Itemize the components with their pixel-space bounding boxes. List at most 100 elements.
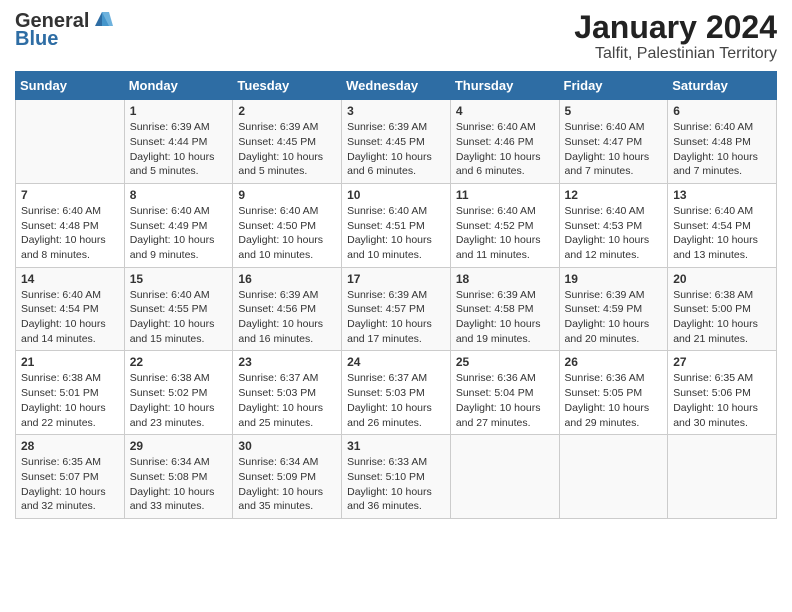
calendar-cell: 20 Sunrise: 6:38 AM Sunset: 5:00 PM Dayli… [668,267,777,351]
day-number: 25 [456,355,554,369]
day-number: 17 [347,272,445,286]
day-info: Sunrise: 6:39 AM Sunset: 4:45 PM Dayligh… [347,120,445,179]
calendar-cell: 3 Sunrise: 6:39 AM Sunset: 4:45 PM Daylig… [342,100,451,184]
week-row-3: 14 Sunrise: 6:40 AM Sunset: 4:54 PM Dayli… [16,267,777,351]
day-number: 20 [673,272,771,286]
day-info: Sunrise: 6:33 AM Sunset: 5:10 PM Dayligh… [347,455,445,514]
calendar-cell: 1Sunrise: 6:39 AM Sunset: 4:44 PM Daylig… [124,100,233,184]
day-number: 30 [238,439,336,453]
day-number: 19 [565,272,663,286]
week-row-5: 28 Sunrise: 6:35 AM Sunset: 5:07 PM Dayli… [16,435,777,519]
day-number: 23 [238,355,336,369]
day-number: 15 [130,272,228,286]
day-info: Sunrise: 6:39 AM Sunset: 4:56 PM Dayligh… [238,288,336,347]
page-subtitle: Talfit, Palestinian Territory [574,45,777,63]
day-info: Sunrise: 6:40 AM Sunset: 4:47 PM Dayligh… [565,120,663,179]
day-info: Sunrise: 6:40 AM Sunset: 4:54 PM Dayligh… [673,204,771,263]
day-number: 14 [21,272,119,286]
day-number: 1 [130,104,228,118]
day-info: Sunrise: 6:38 AM Sunset: 5:00 PM Dayligh… [673,288,771,347]
day-number: 31 [347,439,445,453]
header-cell-tuesday: Tuesday [233,72,342,100]
header-cell-sunday: Sunday [16,72,125,100]
calendar-cell: 10 Sunrise: 6:40 AM Sunset: 4:51 PM Dayli… [342,183,451,267]
calendar-cell: 31 Sunrise: 6:33 AM Sunset: 5:10 PM Dayli… [342,435,451,519]
day-number: 16 [238,272,336,286]
calendar-cell [16,100,125,184]
header-cell-wednesday: Wednesday [342,72,451,100]
calendar-cell [450,435,559,519]
calendar-cell: 12Sunrise: 6:40 AM Sunset: 4:53 PM Dayli… [559,183,668,267]
day-info: Sunrise: 6:40 AM Sunset: 4:53 PM Dayligh… [565,204,663,263]
calendar-cell: 11 Sunrise: 6:40 AM Sunset: 4:52 PM Dayli… [450,183,559,267]
calendar-cell: 5Sunrise: 6:40 AM Sunset: 4:47 PM Daylig… [559,100,668,184]
day-number: 10 [347,188,445,202]
day-number: 26 [565,355,663,369]
day-info: Sunrise: 6:40 AM Sunset: 4:48 PM Dayligh… [673,120,771,179]
day-number: 6 [673,104,771,118]
calendar-cell: 24 Sunrise: 6:37 AM Sunset: 5:03 PM Dayli… [342,351,451,435]
calendar-cell: 29 Sunrise: 6:34 AM Sunset: 5:08 PM Dayli… [124,435,233,519]
calendar-cell: 18Sunrise: 6:39 AM Sunset: 4:58 PM Dayli… [450,267,559,351]
day-info: Sunrise: 6:36 AM Sunset: 5:05 PM Dayligh… [565,371,663,430]
day-number: 9 [238,188,336,202]
day-number: 3 [347,104,445,118]
day-info: Sunrise: 6:35 AM Sunset: 5:06 PM Dayligh… [673,371,771,430]
day-info: Sunrise: 6:38 AM Sunset: 5:02 PM Dayligh… [130,371,228,430]
day-info: Sunrise: 6:39 AM Sunset: 4:45 PM Dayligh… [238,120,336,179]
day-info: Sunrise: 6:40 AM Sunset: 4:51 PM Dayligh… [347,204,445,263]
calendar-cell: 2Sunrise: 6:39 AM Sunset: 4:45 PM Daylig… [233,100,342,184]
calendar-table: SundayMondayTuesdayWednesdayThursdayFrid… [15,71,777,519]
header-cell-saturday: Saturday [668,72,777,100]
page-title: January 2024 [574,10,777,45]
day-info: Sunrise: 6:40 AM Sunset: 4:55 PM Dayligh… [130,288,228,347]
logo: General Blue [15,10,113,50]
calendar-cell: 22Sunrise: 6:38 AM Sunset: 5:02 PM Dayli… [124,351,233,435]
day-number: 11 [456,188,554,202]
day-number: 7 [21,188,119,202]
logo-icon [91,8,113,30]
calendar-cell: 8Sunrise: 6:40 AM Sunset: 4:49 PM Daylig… [124,183,233,267]
calendar-cell: 7Sunrise: 6:40 AM Sunset: 4:48 PM Daylig… [16,183,125,267]
calendar-cell: 17 Sunrise: 6:39 AM Sunset: 4:57 PM Dayli… [342,267,451,351]
day-info: Sunrise: 6:40 AM Sunset: 4:54 PM Dayligh… [21,288,119,347]
calendar-cell [559,435,668,519]
calendar-cell [668,435,777,519]
calendar-cell: 4 Sunrise: 6:40 AM Sunset: 4:46 PM Daylig… [450,100,559,184]
day-info: Sunrise: 6:40 AM Sunset: 4:52 PM Dayligh… [456,204,554,263]
day-info: Sunrise: 6:35 AM Sunset: 5:07 PM Dayligh… [21,455,119,514]
header-cell-friday: Friday [559,72,668,100]
day-info: Sunrise: 6:37 AM Sunset: 5:03 PM Dayligh… [238,371,336,430]
day-info: Sunrise: 6:40 AM Sunset: 4:49 PM Dayligh… [130,204,228,263]
calendar-cell: 27 Sunrise: 6:35 AM Sunset: 5:06 PM Dayli… [668,351,777,435]
week-row-2: 7Sunrise: 6:40 AM Sunset: 4:48 PM Daylig… [16,183,777,267]
day-info: Sunrise: 6:39 AM Sunset: 4:59 PM Dayligh… [565,288,663,347]
day-info: Sunrise: 6:39 AM Sunset: 4:57 PM Dayligh… [347,288,445,347]
day-info: Sunrise: 6:39 AM Sunset: 4:58 PM Dayligh… [456,288,554,347]
calendar-cell: 26 Sunrise: 6:36 AM Sunset: 5:05 PM Dayli… [559,351,668,435]
calendar-cell: 16 Sunrise: 6:39 AM Sunset: 4:56 PM Dayli… [233,267,342,351]
day-number: 27 [673,355,771,369]
day-info: Sunrise: 6:34 AM Sunset: 5:08 PM Dayligh… [130,455,228,514]
day-info: Sunrise: 6:37 AM Sunset: 5:03 PM Dayligh… [347,371,445,430]
page-header: General Blue January 2024 Talfit, Palest… [15,10,777,63]
day-number: 29 [130,439,228,453]
calendar-cell: 14 Sunrise: 6:40 AM Sunset: 4:54 PM Dayli… [16,267,125,351]
day-number: 13 [673,188,771,202]
calendar-cell: 23 Sunrise: 6:37 AM Sunset: 5:03 PM Dayli… [233,351,342,435]
day-number: 4 [456,104,554,118]
day-info: Sunrise: 6:40 AM Sunset: 4:46 PM Dayligh… [456,120,554,179]
calendar-cell: 21Sunrise: 6:38 AM Sunset: 5:01 PM Dayli… [16,351,125,435]
day-info: Sunrise: 6:40 AM Sunset: 4:50 PM Dayligh… [238,204,336,263]
header-cell-monday: Monday [124,72,233,100]
header-cell-thursday: Thursday [450,72,559,100]
day-info: Sunrise: 6:34 AM Sunset: 5:09 PM Dayligh… [238,455,336,514]
calendar-cell: 9 Sunrise: 6:40 AM Sunset: 4:50 PM Daylig… [233,183,342,267]
week-row-1: 1Sunrise: 6:39 AM Sunset: 4:44 PM Daylig… [16,100,777,184]
day-number: 21 [21,355,119,369]
header-row: SundayMondayTuesdayWednesdayThursdayFrid… [16,72,777,100]
day-number: 28 [21,439,119,453]
day-number: 24 [347,355,445,369]
calendar-cell: 15 Sunrise: 6:40 AM Sunset: 4:55 PM Dayli… [124,267,233,351]
calendar-cell: 28 Sunrise: 6:35 AM Sunset: 5:07 PM Dayli… [16,435,125,519]
